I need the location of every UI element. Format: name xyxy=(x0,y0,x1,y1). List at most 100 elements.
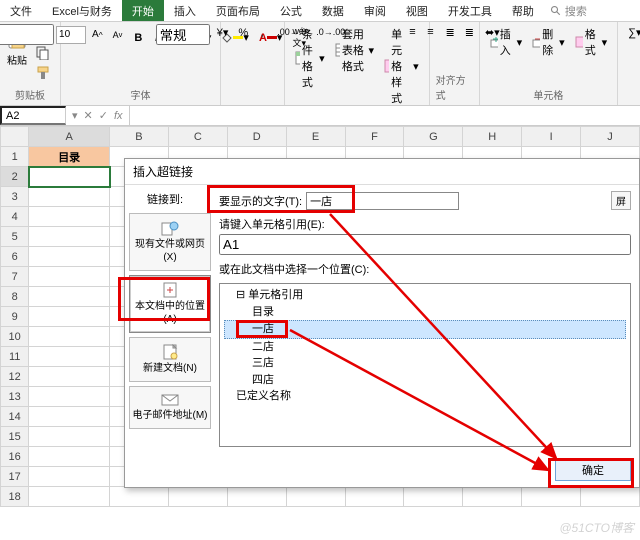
insert-cells-button[interactable]: 插入▾ xyxy=(486,24,527,60)
insert-hyperlink-dialog: 插入超链接 链接到: 现有文件或网页(X) 本文档中的位置(A) 新建文档(N)… xyxy=(124,158,640,488)
row-header-10[interactable]: 10 xyxy=(1,327,29,347)
group-number-label xyxy=(251,90,254,103)
cond-format-button[interactable]: 条件格式▾ xyxy=(291,24,329,92)
row-header-7[interactable]: 7 xyxy=(1,267,29,287)
menu-layout[interactable]: 页面布局 xyxy=(206,0,270,21)
group-font-label: 字体 xyxy=(131,86,151,103)
row-header-13[interactable]: 13 xyxy=(1,387,29,407)
align-middle-button[interactable]: ≡ xyxy=(423,24,439,40)
menu-insert[interactable]: 插入 xyxy=(164,0,206,21)
row-header-12[interactable]: 12 xyxy=(1,367,29,387)
row-header-6[interactable]: 6 xyxy=(1,247,29,267)
display-text-input[interactable] xyxy=(306,192,458,210)
font-name-select[interactable] xyxy=(0,24,54,45)
tree-item-store3[interactable]: 三店 xyxy=(224,355,626,372)
screentip-button[interactable]: 屏 xyxy=(611,191,631,210)
row-header-3[interactable]: 3 xyxy=(1,187,29,207)
autosum-button[interactable]: ∑▾ xyxy=(624,24,640,41)
increase-font-button[interactable]: A^ xyxy=(88,27,107,43)
nav-email[interactable]: 电子邮件地址(M) xyxy=(129,386,211,429)
ok-button[interactable]: 确定 xyxy=(555,459,631,481)
row-header-5[interactable]: 5 xyxy=(1,227,29,247)
align-center-button[interactable]: ≣ xyxy=(461,24,478,41)
group-cells: 插入▾ 删除▾ 格式▾ 单元格 xyxy=(480,22,619,105)
fx-cancel-icon[interactable]: ✕ xyxy=(84,109,93,122)
row-header-18[interactable]: 18 xyxy=(1,487,29,507)
percent-button[interactable]: % xyxy=(234,25,252,41)
row-header-8[interactable]: 8 xyxy=(1,287,29,307)
doc-location-icon xyxy=(161,282,179,298)
format-cells-button[interactable]: 格式▾ xyxy=(571,24,612,60)
select-all-corner[interactable] xyxy=(1,127,29,147)
nav-new-doc[interactable]: 新建文档(N) xyxy=(129,337,211,382)
tree-names-root[interactable]: 已定义名称 xyxy=(224,388,626,405)
row-header-16[interactable]: 16 xyxy=(1,447,29,467)
row-header-9[interactable]: 9 xyxy=(1,307,29,327)
tree-item-store1[interactable]: 一店 xyxy=(224,320,626,339)
align-left-button[interactable]: ≣ xyxy=(442,24,459,41)
formula-input[interactable] xyxy=(130,106,640,125)
cell-A2[interactable] xyxy=(29,167,110,187)
name-box[interactable] xyxy=(0,106,66,125)
menu-data[interactable]: 数据 xyxy=(312,0,354,21)
col-header-E[interactable]: E xyxy=(286,127,345,147)
col-header-A[interactable]: A xyxy=(29,127,110,147)
location-tree[interactable]: ⊟ 单元格引用 目录 一店 二店 三店 四店 已定义名称 xyxy=(219,283,631,447)
col-header-J[interactable]: J xyxy=(581,127,640,147)
col-header-C[interactable]: C xyxy=(168,127,227,147)
col-header-H[interactable]: H xyxy=(463,127,522,147)
tree-item-store4[interactable]: 四店 xyxy=(224,372,626,389)
row-header-17[interactable]: 17 xyxy=(1,467,29,487)
display-text-label: 要显示的文字(T): xyxy=(219,193,302,209)
tree-item-index[interactable]: 目录 xyxy=(224,304,626,321)
tree-cellref-root[interactable]: ⊟ 单元格引用 xyxy=(224,287,626,304)
menu-dev[interactable]: 开发工具 xyxy=(438,0,502,21)
delete-cells-button[interactable]: 删除▾ xyxy=(528,24,569,60)
cell-A1[interactable]: 目录 xyxy=(29,147,110,167)
menu-excel-finance[interactable]: Excel与财务 xyxy=(42,0,122,21)
cellref-input[interactable] xyxy=(219,234,631,255)
row-header-2[interactable]: 2 xyxy=(1,167,29,187)
menu-home[interactable]: 开始 xyxy=(122,0,164,21)
search-label: 搜索 xyxy=(565,3,587,19)
tree-item-store2[interactable]: 二店 xyxy=(224,339,626,356)
number-format-select[interactable] xyxy=(156,24,210,45)
menu-search[interactable]: 搜索 xyxy=(550,0,587,21)
menu-review[interactable]: 审阅 xyxy=(354,0,396,21)
nav-existing-file[interactable]: 现有文件或网页(X) xyxy=(129,213,211,271)
search-icon xyxy=(550,5,562,17)
cell-style-icon xyxy=(384,59,389,73)
bold-button[interactable]: B xyxy=(130,30,146,46)
currency-button[interactable]: ¥▾ xyxy=(213,24,233,41)
table-format-button[interactable]: 套用表格格式▾ xyxy=(331,24,378,76)
fx-dropdown-icon[interactable]: ▾ xyxy=(72,109,78,122)
col-header-I[interactable]: I xyxy=(522,127,581,147)
group-align: ≡ ≡ ≣ ≣ ⬌▾ 对齐方式 xyxy=(430,22,480,105)
group-align-label: 对齐方式 xyxy=(436,71,473,103)
insert-icon xyxy=(490,36,498,48)
align-top-button[interactable]: ≡ xyxy=(405,24,421,40)
row-header-1[interactable]: 1 xyxy=(1,147,29,167)
fx-icon[interactable]: fx xyxy=(114,110,123,122)
row-header-15[interactable]: 15 xyxy=(1,427,29,447)
menu-help[interactable]: 帮助 xyxy=(502,0,544,21)
row-header-11[interactable]: 11 xyxy=(1,347,29,367)
menu-file[interactable]: 文件 xyxy=(0,0,42,21)
col-header-G[interactable]: G xyxy=(404,127,463,147)
font-size-select[interactable] xyxy=(56,26,86,44)
fx-check-icon[interactable]: ✓ xyxy=(99,109,108,122)
decrease-font-button[interactable]: Av xyxy=(109,27,127,43)
row-header-14[interactable]: 14 xyxy=(1,407,29,427)
menu-view[interactable]: 视图 xyxy=(396,0,438,21)
ribbon: 粘贴 剪贴板 A^ Av B I U▾ ▾ ▾ A▾ xyxy=(0,22,640,106)
nav-place-in-doc[interactable]: 本文档中的位置(A) xyxy=(129,275,211,333)
cond-format-icon xyxy=(295,51,300,65)
comma-button[interactable]: , xyxy=(254,25,270,41)
menu-formula[interactable]: 公式 xyxy=(270,0,312,21)
group-number: ¥▾ % , .00→.0 .0→.00 xyxy=(221,22,285,105)
col-header-F[interactable]: F xyxy=(345,127,404,147)
row-header-4[interactable]: 4 xyxy=(1,207,29,227)
group-clipboard-label: 剪贴板 xyxy=(15,86,45,103)
col-header-B[interactable]: B xyxy=(110,127,169,147)
col-header-D[interactable]: D xyxy=(227,127,286,147)
